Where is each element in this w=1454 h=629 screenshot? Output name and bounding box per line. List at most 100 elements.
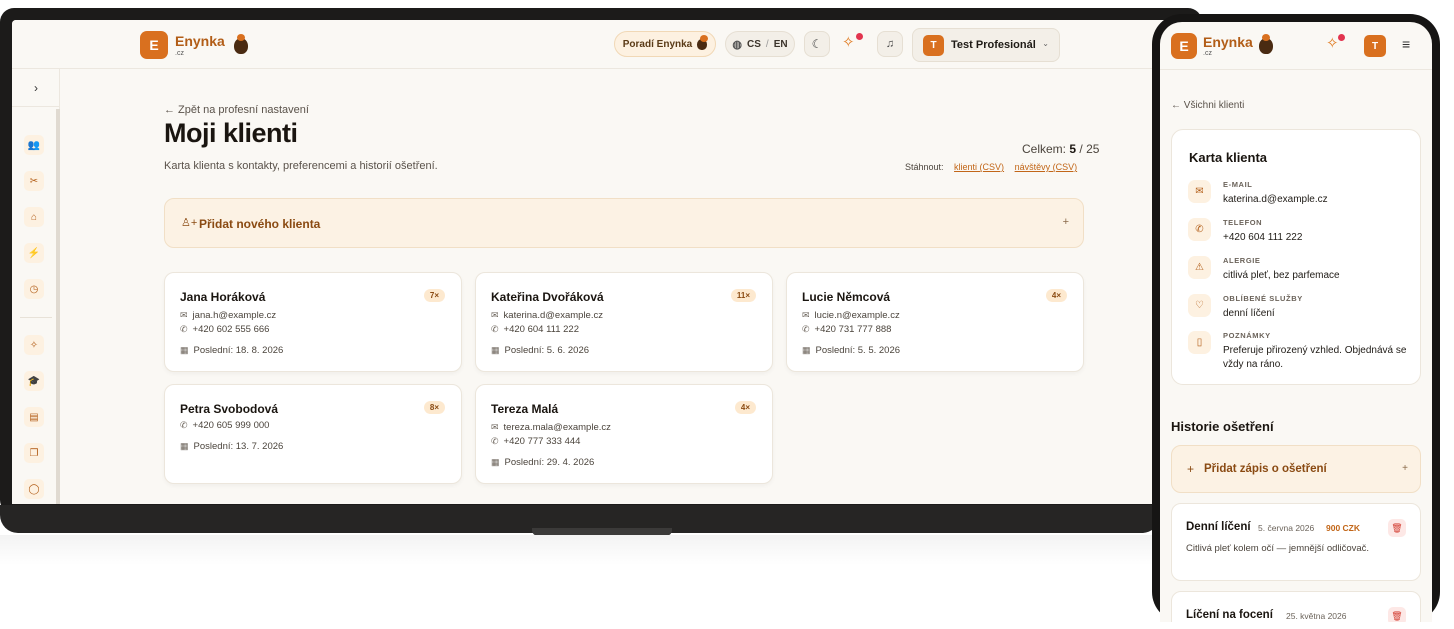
field-phone: ✆ TELEFON +420 604 111 222 <box>1188 218 1416 252</box>
user-plus-icon: ♙+ <box>181 217 198 229</box>
chat-icon[interactable]: ◯ <box>24 479 44 499</box>
ai-sparkle-button[interactable]: ✧ <box>842 33 855 52</box>
visit-count-badge: 4× <box>1045 289 1067 302</box>
field-value: denní líčení <box>1223 308 1275 319</box>
chat-bubbles-icon[interactable]: ❐ <box>24 443 44 463</box>
total-count: 5 <box>1069 142 1077 156</box>
sparkle-icon[interactable]: ✧ <box>24 335 44 355</box>
top-header: E Enynka .cz Poradí Enynka ◍ CS / EN ☾ ✧… <box>12 20 1202 69</box>
client-phone: ✆ +420 731 777 888 <box>802 324 891 335</box>
client-card[interactable]: Jana Horáková 7× ✉ jana.h@example.cz ✆ +42… <box>164 272 462 372</box>
laptop-frame: E Enynka .cz Poradí Enynka ◍ CS / EN ☾ ✧… <box>0 8 1202 514</box>
client-email: ✉ jana.h@example.cz <box>180 310 276 321</box>
phone-frame: E Enynka .cz ✧ T ≡ ← Všichni klienti Kar… <box>1152 14 1440 622</box>
document-icon[interactable]: ▤ <box>24 407 44 427</box>
scissors-icon[interactable]: ✂ <box>24 171 44 191</box>
brand-tld: .cz <box>175 50 184 57</box>
email-text: lucie.n@example.cz <box>814 310 900 321</box>
field-label: POZNÁMKY <box>1223 331 1271 340</box>
graduation-cap-icon[interactable]: 🎓 <box>24 371 44 391</box>
client-card[interactable]: Petra Svobodová 8× ✆ +420 605 999 000 ▦ Po… <box>164 384 462 484</box>
chevron-right-icon: › <box>34 80 38 95</box>
history-title: Historie ošetření <box>1171 419 1274 434</box>
client-card[interactable]: Kateřina Dvořáková 11× ✉ katerina.d@examp… <box>475 272 773 372</box>
card-title: Karta klienta <box>1189 150 1268 165</box>
scrollbar[interactable] <box>56 109 60 504</box>
client-name: Tereza Malá <box>491 402 559 416</box>
calendar-icon: ▦ <box>180 441 189 451</box>
client-card[interactable]: Lucie Němcová 4× ✉ lucie.n@example.cz ✆ +4… <box>786 272 1084 372</box>
plus-icon: + <box>1062 216 1069 228</box>
field-favorite-services: ♡ OBLÍBENÉ SLUŽBY denní líčení <box>1188 294 1416 328</box>
mail-icon: ✉ <box>1188 180 1211 203</box>
calendar-icon: ▦ <box>491 345 500 355</box>
mail-icon: ✉ <box>802 310 810 320</box>
entry-title: Líčení na focení <box>1186 609 1273 621</box>
client-last-visit: ▦ Poslední: 18. 8. 2026 <box>180 345 283 356</box>
sidebar-divider <box>20 317 52 318</box>
history-entry[interactable]: Denní líčení 5. června 2026 900 CZK 🗑 Ci… <box>1171 503 1421 581</box>
home-icon[interactable]: ⌂ <box>24 207 44 227</box>
clock-icon[interactable]: ◷ <box>24 279 44 299</box>
brand-tld: .cz <box>1203 50 1212 57</box>
logo-badge[interactable]: E <box>140 31 168 59</box>
trash-icon[interactable]: 🗑 <box>1388 607 1406 622</box>
mail-icon: ✉ <box>491 422 499 432</box>
lang-cs[interactable]: CS <box>747 39 761 50</box>
heart-icon: ♡ <box>1188 294 1211 317</box>
field-value: citlivá pleť, bez parfemace <box>1223 270 1340 281</box>
back-link[interactable]: ← Všichni klienti <box>1171 100 1244 111</box>
notifications-button[interactable]: ♫ <box>877 31 903 57</box>
theme-toggle-button[interactable]: ☾ <box>804 31 830 57</box>
back-link[interactable]: ← Zpět na profesní nastavení <box>164 104 309 116</box>
visit-count-badge: 11× <box>730 289 756 302</box>
logo-badge[interactable]: E <box>1171 33 1197 59</box>
hamburger-menu-icon[interactable]: ≡ <box>1402 36 1410 52</box>
entry-title: Denní líčení <box>1186 521 1251 533</box>
moon-icon: ☾ <box>811 37 823 51</box>
language-switcher[interactable]: ◍ CS / EN <box>725 31 795 57</box>
field-notes: ▯ POZNÁMKY Preferuje přirozený vzhled. O… <box>1188 331 1416 375</box>
last-visit-text: Poslední: 5. 6. 2026 <box>504 345 590 356</box>
client-card[interactable]: Tereza Malá 4× ✉ tereza.mala@example.cz ✆… <box>475 384 773 484</box>
phone-text: +420 605 999 000 <box>192 420 270 431</box>
mail-icon: ✉ <box>180 310 188 320</box>
avatar[interactable]: T <box>1364 35 1386 57</box>
history-entry[interactable]: Líčení na focení 25. května 2026 🗑 <box>1171 591 1421 622</box>
profile-menu[interactable]: T Test Profesionál ⌄ <box>912 28 1060 62</box>
entry-date: 25. května 2026 <box>1286 611 1347 621</box>
notification-dot <box>1338 34 1345 41</box>
field-allergies: ⚠ ALERGIE citlivá pleť, bez parfemace <box>1188 256 1416 290</box>
trash-icon[interactable]: 🗑 <box>1388 519 1406 537</box>
brand-name[interactable]: Enynka <box>175 33 225 49</box>
client-phone: ✆ +420 777 333 444 <box>491 436 580 447</box>
sidebar-toggle[interactable]: › <box>12 69 60 107</box>
users-icon[interactable]: 👥 <box>24 135 44 155</box>
client-phone: ✆ +420 605 999 000 <box>180 420 269 431</box>
lang-en[interactable]: EN <box>774 39 788 50</box>
avatar: T <box>923 35 944 56</box>
lightning-icon[interactable]: ⚡ <box>24 243 44 263</box>
brand-name[interactable]: Enynka <box>1203 34 1253 50</box>
client-phone: ✆ +420 604 111 222 <box>491 324 579 335</box>
entry-price: 900 CZK <box>1326 523 1361 533</box>
visit-count-badge: 8× <box>423 401 445 414</box>
field-email: ✉ E-MAIL katerina.d@example.cz <box>1188 180 1416 214</box>
client-email: ✉ tereza.mala@example.cz <box>491 422 611 433</box>
download-clients-link[interactable]: klienti (CSV) <box>954 162 1004 172</box>
add-client-button[interactable]: ♙+ Přidat nového klienta + <box>164 198 1084 248</box>
field-value: Preferuje přirozený vzhled. Objednává se… <box>1223 345 1407 370</box>
add-entry-label: Přidat zápis o ošetření <box>1204 463 1327 475</box>
client-email: ✉ lucie.n@example.cz <box>802 310 900 321</box>
calendar-icon: ▦ <box>180 345 189 355</box>
email-text: tereza.mala@example.cz <box>503 422 611 433</box>
add-entry-button[interactable]: + Přidat zápis o ošetření + <box>1171 445 1421 493</box>
total-label: Celkem: <box>1022 142 1067 156</box>
client-last-visit: ▦ Poslední: 5. 6. 2026 <box>491 345 589 356</box>
field-label: E-MAIL <box>1223 180 1253 189</box>
ladybug-mini-icon <box>697 34 709 50</box>
download-visits-link[interactable]: návštěvy (CSV) <box>1015 162 1078 172</box>
ai-sparkle-button[interactable]: ✧ <box>1326 34 1339 53</box>
sparkle-icon: ✧ <box>1326 35 1339 52</box>
advisor-button[interactable]: Poradí Enynka <box>614 31 716 57</box>
